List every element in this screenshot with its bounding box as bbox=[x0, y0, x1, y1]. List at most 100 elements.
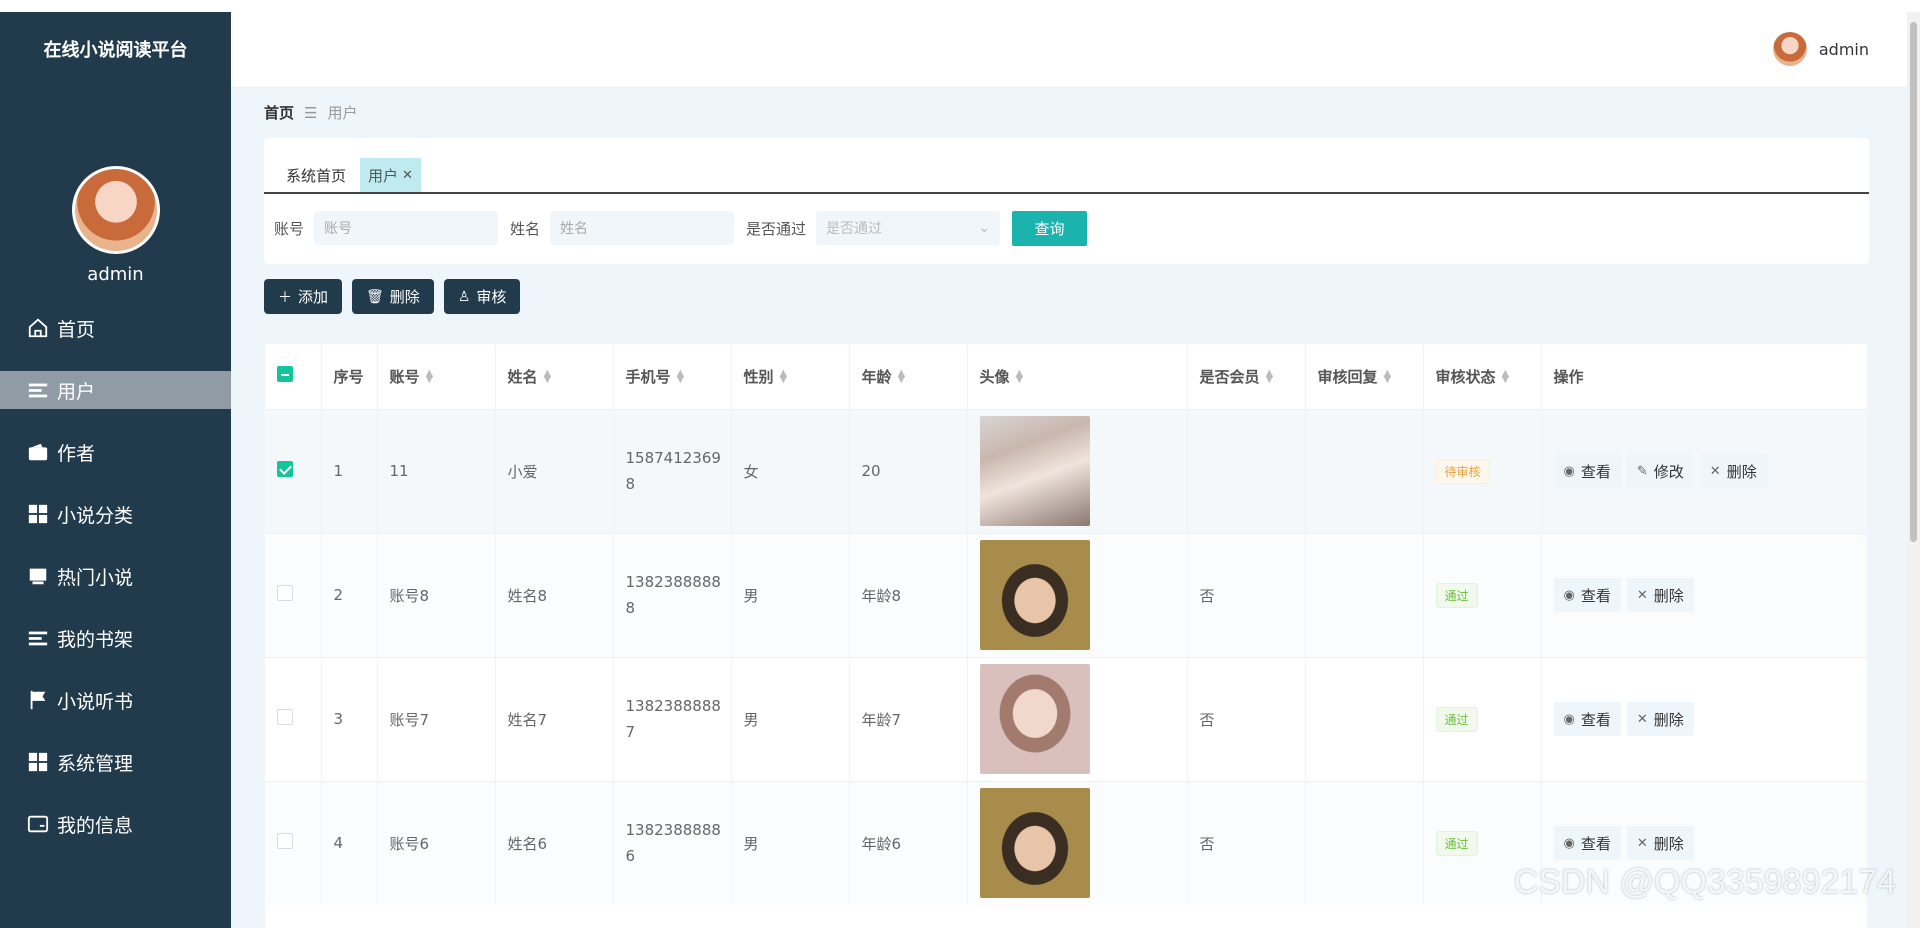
cell-gender: 男 bbox=[731, 532, 850, 657]
delete-button[interactable]: ✕ 删除 bbox=[1699, 454, 1767, 488]
avatar[interactable] bbox=[1772, 32, 1807, 66]
tab-system-home[interactable]: 系统首页 bbox=[278, 158, 354, 192]
account-input[interactable]: 账号 bbox=[314, 211, 499, 245]
view-button[interactable]: ◉ 查看 bbox=[1553, 702, 1621, 736]
avatar-photo[interactable] bbox=[979, 540, 1090, 650]
sidebar-item-7[interactable]: 系统管理 bbox=[0, 743, 231, 781]
cell-account: 11 bbox=[377, 408, 496, 533]
sidebar-item-label: 用户 bbox=[57, 380, 96, 403]
header-reply[interactable]: 审核回复 ▲ ▼ bbox=[1305, 344, 1424, 409]
account-label: 账号 bbox=[274, 219, 305, 238]
audit-button[interactable]: ♙ 审核 bbox=[443, 279, 521, 314]
topbar: admin bbox=[231, 12, 1907, 88]
sidebar-item-4[interactable]: 热门小说 bbox=[0, 557, 231, 595]
tab-users[interactable]: 用户 ✕ bbox=[360, 158, 421, 192]
sort-icon[interactable]: ▲ ▼ bbox=[898, 369, 906, 385]
delete-label: 删除 bbox=[1653, 710, 1684, 729]
view-button[interactable]: ◉ 查看 bbox=[1553, 826, 1621, 861]
sidebar-item-3[interactable]: 小说分类 bbox=[0, 495, 231, 533]
header-age[interactable]: 年龄 ▲ ▼ bbox=[849, 344, 968, 409]
add-button[interactable]: ＋ 添加 bbox=[264, 279, 343, 314]
header-no[interactable]: 序号 bbox=[321, 344, 378, 409]
tab-label: 用户 bbox=[368, 166, 399, 185]
header-account[interactable]: 账号 ▲ ▼ bbox=[377, 344, 496, 409]
sidebar-item-5[interactable]: 我的书架 bbox=[0, 619, 231, 657]
avatar-photo[interactable] bbox=[979, 664, 1090, 774]
cell-name: 姓名8 bbox=[495, 532, 614, 657]
sidebar-item-2[interactable]: 作者 bbox=[0, 433, 231, 471]
header-gender[interactable]: 性别 ▲ ▼ bbox=[731, 344, 850, 409]
row-checkbox[interactable] bbox=[277, 833, 293, 850]
header-name[interactable]: 姓名 ▲ ▼ bbox=[495, 344, 614, 409]
add-label: 添加 bbox=[298, 288, 329, 306]
delete-label: 删除 bbox=[1653, 834, 1684, 853]
header-actions: 操作 bbox=[1541, 344, 1867, 409]
delete-button[interactable]: ✕ 删除 bbox=[1626, 702, 1694, 736]
audit-label: 审核 bbox=[476, 288, 507, 306]
book-icon bbox=[27, 565, 49, 587]
row-checkbox[interactable] bbox=[277, 585, 293, 601]
delete-button[interactable]: 🗑 删除 bbox=[352, 279, 434, 314]
cell-vip: 否 bbox=[1187, 780, 1306, 905]
edit-label: 修改 bbox=[1653, 462, 1684, 481]
sidebar-item-1[interactable]: 用户 bbox=[0, 371, 231, 409]
sort-icon[interactable]: ▲ ▼ bbox=[1016, 369, 1024, 385]
cell-avatar bbox=[967, 656, 1188, 781]
header-phone[interactable]: 手机号 ▲ ▼ bbox=[613, 344, 732, 409]
select-all-cell bbox=[265, 344, 322, 409]
name-input[interactable]: 姓名 bbox=[550, 211, 735, 245]
cell-avatar bbox=[967, 532, 1188, 657]
sort-icon[interactable]: ▲ ▼ bbox=[1384, 369, 1392, 385]
delete-button[interactable]: ✕ 删除 bbox=[1626, 826, 1694, 861]
sidebar-item-8[interactable]: 我的信息 bbox=[0, 805, 231, 843]
top-user-menu[interactable]: admin bbox=[1772, 32, 1869, 66]
header-label: 姓名 bbox=[507, 367, 538, 386]
delete-button[interactable]: ✕ 删除 bbox=[1626, 578, 1694, 612]
table-header-row: 序号 账号 ▲ ▼ 姓名 ▲ ▼ 手机号 ▲ ▼ 性别 ▲ ▼ 年龄 ▲ ▼ 头像 ▲ ▼ 是否会员 ▲ ▼… bbox=[265, 344, 1867, 409]
sort-icon[interactable]: ▲ ▼ bbox=[677, 369, 685, 385]
sort-icon[interactable]: ▲ ▼ bbox=[1502, 369, 1510, 385]
delete-label: 删除 bbox=[1653, 586, 1684, 605]
table-row[interactable]: 2 账号8 姓名8 1382388888 8 男年龄8 否 通过 ◉ 查看 ✕ 删除 bbox=[265, 532, 1867, 657]
pass-select[interactable]: 是否通过 ⌄ bbox=[816, 211, 1001, 245]
header-status[interactable]: 审核状态 ▲ ▼ bbox=[1423, 344, 1542, 409]
trash-icon: 🗑 bbox=[366, 288, 384, 305]
breadcrumb-current: 用户 bbox=[327, 104, 358, 122]
cell-phone: 1382388888 7 bbox=[613, 656, 732, 781]
row-checkbox[interactable] bbox=[277, 461, 293, 477]
breadcrumb-home[interactable]: 首页 bbox=[264, 102, 294, 123]
list-icon bbox=[27, 379, 49, 401]
avatar[interactable] bbox=[71, 166, 160, 254]
sort-icon[interactable]: ▲ ▼ bbox=[544, 369, 552, 385]
query-button[interactable]: 查询 bbox=[1012, 210, 1088, 246]
header-avatar[interactable]: 头像 ▲ ▼ bbox=[967, 344, 1188, 409]
table-row[interactable]: 3 账号7 姓名7 1382388888 7 男年龄7 否 通过 ◉ 查看 ✕ 删除 bbox=[265, 656, 1867, 781]
sidebar-item-6[interactable]: 小说听书 bbox=[0, 681, 231, 719]
avatar-photo[interactable] bbox=[979, 416, 1090, 526]
cell-account: 账号7 bbox=[377, 656, 496, 781]
scrollbar-thumb[interactable] bbox=[1910, 22, 1917, 542]
phone-text: 1587412369 8 bbox=[625, 449, 721, 493]
avatar-photo[interactable] bbox=[979, 788, 1090, 899]
cell-actions: ◉ 查看 ✕ 删除 bbox=[1541, 656, 1867, 781]
user-icon: ♙ bbox=[457, 288, 471, 305]
grid-icon bbox=[27, 751, 49, 773]
sort-icon[interactable]: ▲ ▼ bbox=[780, 369, 788, 385]
close-icon[interactable]: ✕ bbox=[402, 168, 413, 183]
view-button[interactable]: ◉ 查看 bbox=[1553, 578, 1621, 612]
edit-button[interactable]: ✎ 修改 bbox=[1626, 454, 1694, 488]
sort-icon[interactable]: ▲ ▼ bbox=[426, 369, 434, 385]
row-checkbox[interactable] bbox=[277, 709, 293, 725]
header-vip[interactable]: 是否会员 ▲ ▼ bbox=[1187, 344, 1306, 409]
sort-icon[interactable]: ▲ ▼ bbox=[1266, 369, 1274, 385]
sidebar-item-0[interactable]: 首页 bbox=[0, 309, 231, 347]
cell-status: 待审核 bbox=[1423, 408, 1542, 533]
page-scrollbar[interactable] bbox=[1907, 12, 1920, 928]
view-button[interactable]: ◉ 查看 bbox=[1553, 454, 1621, 488]
pass-select-value: 是否通过 bbox=[826, 221, 883, 237]
cell-account: 账号8 bbox=[377, 532, 496, 657]
top-username: admin bbox=[1818, 39, 1869, 59]
table-row[interactable]: 1 11 小爱 1587412369 8 女 20 待审核 ◉ 查看 ✎ 修改 ✕ 删除 bbox=[265, 408, 1867, 533]
toolbar: ＋ 添加 🗑 删除 ♙ 审核 bbox=[264, 279, 530, 314]
select-all-checkbox[interactable] bbox=[277, 366, 293, 383]
